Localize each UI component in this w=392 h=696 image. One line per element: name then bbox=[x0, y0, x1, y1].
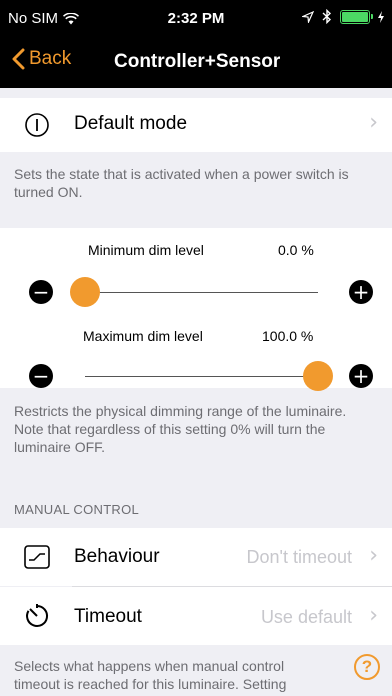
max-dim-increase-button[interactable]: + bbox=[349, 364, 373, 388]
charging-icon bbox=[378, 10, 384, 23]
navigation-bar: Back Controller+Sensor bbox=[0, 38, 392, 88]
back-button[interactable]: Back bbox=[12, 48, 71, 70]
dim-level-section: Minimum dim level 0.0 % − + Maximum dim … bbox=[0, 228, 392, 391]
behaviour-row[interactable]: Behaviour Don't timeout › bbox=[0, 528, 392, 586]
chevron-right-icon: › bbox=[369, 603, 378, 628]
status-right bbox=[302, 9, 384, 24]
min-dim-increase-button[interactable]: + bbox=[349, 280, 373, 304]
timer-icon bbox=[26, 604, 49, 627]
default-mode-label: Default mode bbox=[74, 113, 188, 134]
max-dim-label: Maximum dim level bbox=[83, 328, 203, 344]
min-dim-decrease-button[interactable]: − bbox=[29, 280, 53, 304]
max-dim-track[interactable] bbox=[85, 376, 318, 377]
manual-control-header: MANUAL CONTROL bbox=[14, 502, 140, 517]
min-dim-track[interactable] bbox=[85, 292, 318, 293]
max-dim-value: 100.0 % bbox=[262, 328, 314, 344]
help-icon[interactable]: ? bbox=[354, 654, 380, 680]
power-mode-icon bbox=[25, 113, 49, 137]
default-mode-row[interactable]: Default mode › bbox=[0, 98, 392, 152]
behaviour-label: Behaviour bbox=[74, 546, 160, 567]
battery-icon bbox=[340, 9, 373, 24]
manual-control-description: Selects what happens when manual control… bbox=[14, 658, 287, 692]
chevron-right-icon: › bbox=[369, 110, 378, 135]
behaviour-graph-icon bbox=[24, 545, 50, 569]
location-arrow-icon bbox=[302, 10, 314, 23]
min-dim-label: Minimum dim level bbox=[88, 242, 204, 258]
back-label: Back bbox=[29, 48, 72, 69]
timeout-row[interactable]: Timeout Use default › bbox=[0, 587, 392, 645]
dim-level-description: Restricts the physical dimming range of … bbox=[14, 403, 347, 455]
timeout-label: Timeout bbox=[74, 606, 142, 627]
chevron-left-icon bbox=[12, 48, 25, 70]
timeout-value: Use default bbox=[260, 607, 352, 627]
max-dim-slider-thumb[interactable] bbox=[303, 361, 333, 391]
behaviour-value: Don't timeout bbox=[246, 547, 353, 567]
bluetooth-icon bbox=[322, 9, 332, 24]
chevron-right-icon: › bbox=[369, 543, 378, 568]
page-title: Controller+Sensor bbox=[114, 51, 281, 72]
min-dim-slider-thumb[interactable] bbox=[70, 277, 100, 307]
max-dim-decrease-button[interactable]: − bbox=[29, 364, 53, 388]
min-dim-value: 0.0 % bbox=[278, 242, 314, 258]
default-mode-description: Sets the state that is activated when a … bbox=[14, 166, 349, 200]
status-bar: No SIM 2:32 PM bbox=[0, 0, 392, 38]
